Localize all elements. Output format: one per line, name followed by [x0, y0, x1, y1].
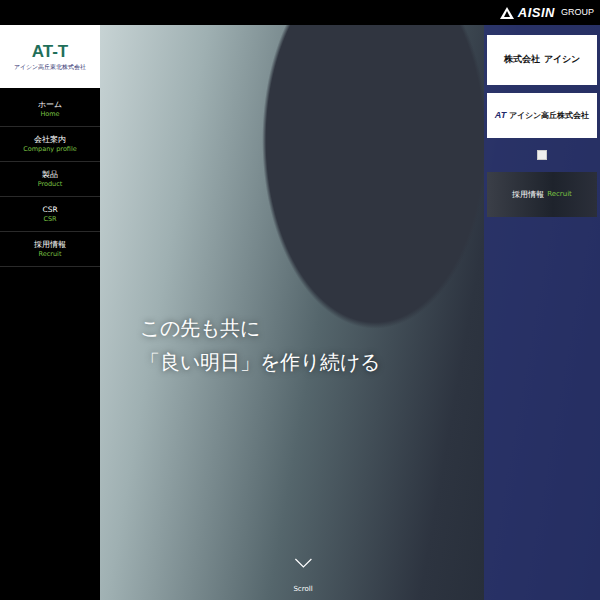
broken-image-icon — [537, 150, 547, 160]
banner-label: アイシン高丘株式会社 — [509, 110, 589, 121]
sidebar-item-sub: Recruit — [2, 250, 98, 258]
image-banner[interactable] — [487, 146, 597, 164]
hero-copy: この先も共に「良い明日」を作り続ける — [140, 311, 380, 379]
sidebar-item-label: 採用情報 — [2, 240, 98, 250]
takaoka-banner[interactable]: ATアイシン高丘株式会社 — [487, 93, 597, 138]
hero-line: この先も共に — [140, 311, 380, 345]
banner-sub: Recruit — [547, 189, 572, 200]
sidebar-item[interactable]: 製品Product — [0, 162, 100, 197]
company-name: アイシン高丘東北株式会社 — [14, 63, 86, 70]
sidebar-item-sub: Product — [2, 180, 98, 188]
top-bar: AISIN GROUP — [0, 0, 600, 25]
aisin-group-logo[interactable]: AISIN GROUP — [500, 3, 594, 23]
scroll-label: Scroll — [293, 584, 312, 595]
page-body: AT-Tアイシン高丘東北株式会社ホームHome会社案内Company profi… — [0, 25, 600, 600]
hero-area: この先も共に「良い明日」を作り続ける Scroll 株式会社 アイシン ATアイシン高… — [100, 25, 600, 600]
logo-mark: AT-T — [32, 43, 69, 60]
sidebar-item[interactable]: ホームHome — [0, 92, 100, 127]
scroll-indicator[interactable]: Scroll — [293, 558, 312, 595]
sidebar-item-label: ホーム — [2, 100, 98, 110]
banner-label: 採用情報 — [512, 189, 544, 201]
hero-line: 「良い明日」を作り続ける — [140, 345, 380, 379]
sidebar: AT-Tアイシン高丘東北株式会社ホームHome会社案内Company profi… — [0, 25, 100, 600]
group-logo-text: AISIN — [518, 3, 555, 23]
sidebar-item-sub: Company profile — [2, 145, 98, 153]
sidebar-item[interactable]: 会社案内Company profile — [0, 127, 100, 162]
chevron-down-icon — [294, 558, 312, 568]
aisin-banner[interactable]: 株式会社 アイシン — [487, 35, 597, 85]
company-logo[interactable]: AT-T アイシン高丘東北株式会社 — [0, 25, 100, 88]
sidebar-item[interactable]: CSRCSR — [0, 197, 100, 232]
sidebar-nav: ホームHome会社案内Company profile製品ProductCSRCS… — [0, 88, 100, 267]
banner-column: 株式会社 アイシンATアイシン高丘株式会社採用情報Recruit — [484, 25, 600, 600]
group-logo-suffix: GROUP — [561, 6, 594, 20]
sidebar-item-label: CSR — [2, 205, 98, 215]
banner-mark: AT — [495, 109, 506, 123]
sidebar-item-sub: CSR — [2, 215, 98, 223]
sidebar-item-label: 製品 — [2, 170, 98, 180]
banner-label: 株式会社 アイシン — [504, 53, 579, 67]
sidebar-item-label: 会社案内 — [2, 135, 98, 145]
sidebar-item[interactable]: 採用情報Recruit — [0, 232, 100, 267]
triangle-icon — [500, 7, 514, 19]
sidebar-item-sub: Home — [2, 110, 98, 118]
recruit-banner[interactable]: 採用情報Recruit — [487, 172, 597, 217]
